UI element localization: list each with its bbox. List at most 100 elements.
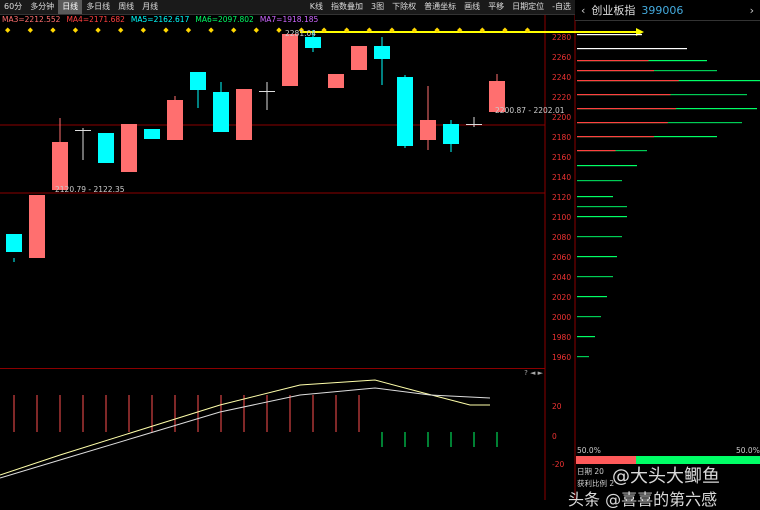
- index-name: 创业板指: [591, 4, 636, 17]
- candle-body: [213, 92, 229, 132]
- signal-diamond: ◆: [253, 26, 259, 34]
- candle-body: [351, 46, 367, 70]
- toolbar-button[interactable]: 日期定位: [508, 0, 548, 14]
- signal-diamond: ◆: [479, 26, 485, 34]
- ma7-label: MA7=1918.185: [259, 15, 319, 24]
- chip-bar-profit: [577, 150, 616, 152]
- candle-body: [121, 124, 137, 172]
- signal-diamond: ◆: [389, 26, 395, 34]
- range-annotation-2: 2200.87 - 2202.01: [495, 106, 565, 115]
- toolbar-button[interactable]: -自选: [548, 0, 575, 14]
- candle-body: [98, 133, 114, 163]
- candle-body: [144, 129, 160, 139]
- period-button[interactable]: 多分钟: [26, 0, 58, 14]
- price-tick: 2100: [552, 213, 572, 222]
- period-button[interactable]: 月线: [138, 0, 162, 14]
- chip-bar-profit: [577, 70, 654, 72]
- chip-bar: [577, 336, 595, 338]
- candle-body: [259, 91, 275, 92]
- signal-diamond: ◆: [344, 26, 350, 34]
- candle-body: [328, 74, 344, 88]
- chip-bar: [577, 236, 622, 238]
- date-row: 日期 20: [577, 466, 604, 477]
- period-button[interactable]: 周线: [114, 0, 138, 14]
- chip-bar: [577, 316, 601, 318]
- chip-distribution: [577, 34, 760, 358]
- chevron-left-icon[interactable]: ‹: [575, 4, 591, 17]
- signal-diamond: ◆: [321, 26, 327, 34]
- signal-diamond: ◆: [27, 26, 33, 34]
- period-button[interactable]: 60分: [0, 0, 26, 14]
- toolbar-button[interactable]: K线: [306, 0, 327, 14]
- sub-chart-header: ? ◄ ►: [0, 368, 545, 379]
- chip-bar: [577, 206, 627, 208]
- toolbar-button[interactable]: 指数叠加: [327, 0, 367, 14]
- signal-diamond: ◆: [502, 26, 508, 34]
- signal-diamond: ◆: [366, 26, 372, 34]
- candle-body: [305, 37, 321, 48]
- signal-diamond: ◆: [50, 26, 56, 34]
- candle-body: [282, 34, 298, 86]
- signal-diamond: ◆: [163, 26, 169, 34]
- price-tick: 1960: [552, 353, 572, 362]
- chart-canvas: [0, 0, 760, 500]
- chip-bar: [577, 196, 613, 198]
- toolbar-button[interactable]: 画线: [460, 0, 484, 14]
- price-tick: 2040: [552, 273, 572, 282]
- ma-legend: MA3=2212.552 MA4=2171.682 MA5=2162.617 M…: [0, 15, 318, 27]
- candlestick-series: [6, 30, 505, 262]
- candle-body: [52, 142, 68, 190]
- chip-bar: [577, 256, 617, 258]
- high-annotation: 2281.04: [285, 29, 317, 38]
- toolbar-button[interactable]: 普通坐标: [420, 0, 460, 14]
- profit-pct: 50.0%: [577, 446, 601, 455]
- chip-bar: [577, 296, 607, 298]
- chip-bar: [577, 216, 627, 218]
- signal-diamond: ◆: [185, 26, 192, 34]
- price-tick: 2060: [552, 253, 572, 262]
- period-toolbar: 60分 多分钟 日线 多日线 周线 月线 K线 指数叠加 3图 下除权 普通坐标 画线 平移 日期定位 -自…: [0, 0, 575, 15]
- chip-bar-profit: [577, 122, 668, 124]
- candle-body: [374, 46, 390, 59]
- period-button[interactable]: 多日线: [82, 0, 114, 14]
- sub-tick: 20: [552, 402, 562, 411]
- chip-bar-profit: [577, 94, 671, 96]
- watermark-handle: @大头大鲫鱼: [612, 466, 720, 487]
- signal-diamond: ◆: [524, 26, 531, 34]
- toolbar-button[interactable]: 下除权: [388, 0, 420, 14]
- chip-bar: [577, 48, 687, 50]
- price-tick: 2020: [552, 293, 572, 302]
- chip-bar: [577, 180, 622, 182]
- candle-body: [29, 195, 45, 258]
- signal-diamond: ◆: [72, 26, 79, 34]
- price-tick: 2140: [552, 173, 572, 182]
- candle-body: [420, 120, 436, 140]
- signal-diamond: ◆: [140, 26, 146, 34]
- price-tick: 2280: [552, 33, 572, 42]
- chip-bar: [577, 276, 613, 278]
- chip-bar: [577, 356, 589, 358]
- signal-diamond: ◆: [276, 26, 282, 34]
- signal-diamond: ◆: [231, 26, 237, 34]
- candle-body: [236, 89, 252, 140]
- period-button[interactable]: 日线: [58, 0, 83, 14]
- chip-bar-profit: [577, 108, 676, 110]
- price-tick: 2220: [552, 93, 572, 102]
- candle-body: [443, 124, 459, 144]
- range-annotation-1: 2120.79 - 2122.35: [55, 185, 125, 194]
- date-label: 日期: [577, 467, 592, 476]
- toolbar-button[interactable]: 平移: [484, 0, 508, 14]
- signal-diamond: ◆: [411, 26, 418, 34]
- chip-bar: [577, 165, 637, 167]
- price-tick: 2080: [552, 233, 572, 242]
- chevron-right-icon[interactable]: ›: [744, 4, 760, 17]
- signal-diamond: ◆: [5, 26, 11, 34]
- price-tick: 2160: [552, 153, 572, 162]
- watermark-caption: 头条 @喜喜的第六感: [568, 490, 718, 509]
- date-value: 20: [594, 467, 604, 476]
- sub-chart-controls[interactable]: ? ◄ ►: [524, 369, 543, 377]
- chip-bar: [577, 34, 642, 36]
- sub-indicator: [0, 379, 498, 479]
- toolbar-button[interactable]: 3图: [367, 0, 388, 14]
- candle-body: [75, 130, 91, 131]
